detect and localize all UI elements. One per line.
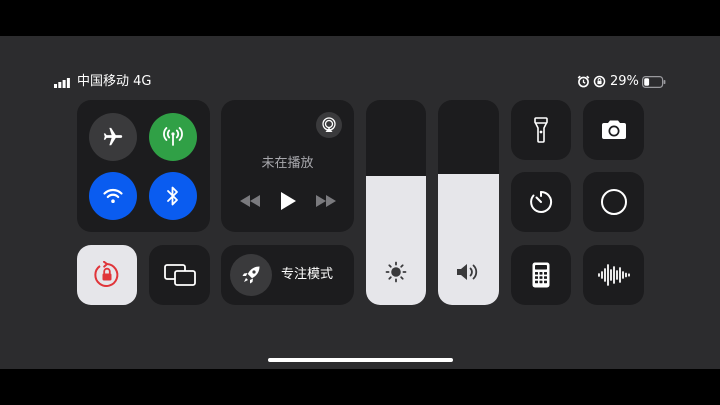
camera-icon [600, 119, 628, 141]
wifi-icon [102, 187, 124, 205]
rotation-lock-icon [593, 75, 606, 88]
speaker-icon [438, 260, 499, 284]
fast-forward-icon [316, 195, 336, 207]
orientation-lock-button[interactable] [77, 245, 137, 305]
rotation-lock-icon [93, 261, 121, 289]
focus-icon-circle [230, 254, 272, 296]
screen-mirroring-icon [163, 264, 196, 286]
play-button[interactable] [275, 188, 301, 214]
airplay-button[interactable] [316, 112, 342, 138]
cellular-data-toggle[interactable] [149, 113, 197, 161]
fast-forward-button[interactable] [313, 190, 339, 212]
flashlight-button[interactable] [511, 100, 571, 160]
alarm-clock-icon [577, 75, 590, 88]
calculator-button[interactable] [511, 245, 571, 305]
sun-icon [366, 260, 426, 284]
volume-level-fill [438, 174, 499, 305]
timer-button[interactable] [511, 172, 571, 232]
battery-percentage: 29% [610, 74, 639, 89]
voice-memos-button[interactable] [583, 245, 644, 305]
signal-strength-icon [54, 78, 70, 88]
airplane-mode-toggle[interactable] [89, 113, 137, 161]
network-type: 4G [133, 74, 152, 89]
control-center: 中国移动 4G 29% 未在播放 专注模式 [0, 36, 720, 369]
rewind-button[interactable] [237, 190, 263, 212]
antenna-icon [161, 125, 185, 149]
bluetooth-icon [166, 185, 180, 207]
screen-recording-button[interactable] [583, 172, 644, 232]
record-icon [600, 188, 628, 216]
rocket-icon [241, 265, 261, 285]
waveform-icon [597, 263, 631, 287]
timer-icon [528, 189, 554, 215]
connectivity-tile [77, 100, 210, 232]
brightness-level-fill [366, 176, 426, 305]
camera-button[interactable] [583, 100, 644, 160]
now-playing-tile[interactable]: 未在播放 [221, 100, 354, 232]
brightness-slider[interactable] [366, 100, 426, 305]
carrier-name: 中国移动 [77, 74, 130, 89]
focus-mode-label: 专注模式 [281, 267, 334, 282]
rewind-icon [240, 195, 260, 207]
home-indicator[interactable] [268, 358, 453, 362]
battery-icon [642, 76, 666, 88]
airplane-icon [102, 126, 124, 148]
screen-mirroring-button[interactable] [149, 245, 210, 305]
focus-mode-button[interactable]: 专注模式 [221, 245, 354, 305]
play-icon [280, 192, 296, 210]
wifi-toggle[interactable] [89, 172, 137, 220]
now-playing-status: 未在播放 [261, 156, 314, 171]
calculator-icon [532, 262, 550, 288]
volume-slider[interactable] [438, 100, 499, 305]
airplay-icon [321, 117, 337, 133]
bluetooth-toggle[interactable] [149, 172, 197, 220]
flashlight-icon [534, 117, 548, 143]
